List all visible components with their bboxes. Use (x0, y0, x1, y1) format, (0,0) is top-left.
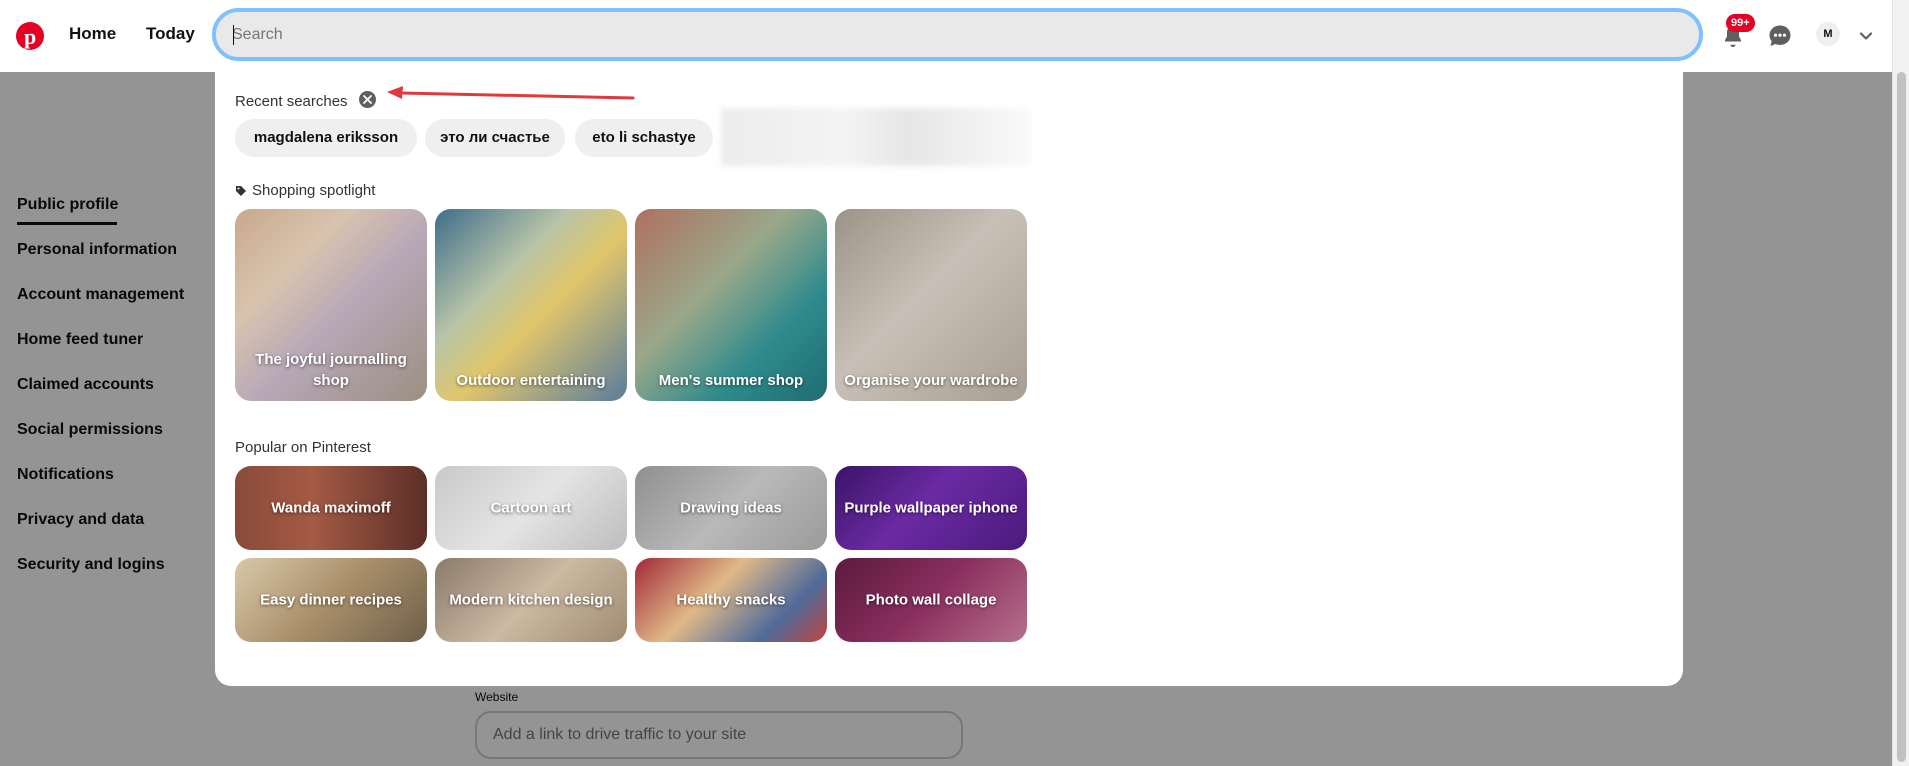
popular-tile[interactable]: Cartoon art (435, 466, 627, 550)
chevron-down-icon (1859, 32, 1873, 40)
search-input[interactable] (232, 12, 1632, 57)
top-nav-bar: p Home Today 99+ M (0, 0, 1892, 72)
popular-tile[interactable]: Healthy snacks (635, 558, 827, 642)
sidebar-item-public-profile[interactable]: Public profile (17, 196, 118, 214)
popular-title: Popular on Pinterest (235, 439, 371, 456)
spotlight-tile-label: The joyful journalling shop (255, 351, 407, 389)
search-dropdown: Recent searches magdalena eriksson это л… (215, 72, 1683, 686)
spotlight-tile[interactable]: Men's summer shop (635, 209, 827, 401)
sidebar-item-security-and-logins[interactable]: Security and logins (17, 556, 165, 574)
annotation-arrow (387, 86, 635, 100)
spotlight-tile[interactable]: Outdoor entertaining (435, 209, 627, 401)
text-caret (233, 25, 234, 45)
popular-tile-label: Wanda maximoff (271, 499, 391, 517)
sidebar-active-indicator (17, 222, 117, 225)
shopping-spotlight-label: Shopping spotlight (252, 182, 376, 199)
messages-button[interactable] (1764, 20, 1796, 52)
tag-icon (236, 185, 246, 196)
website-input[interactable] (475, 711, 963, 759)
recent-chip[interactable]: это ли счастье (425, 119, 565, 157)
page-scrollbar[interactable] (1892, 0, 1909, 766)
sidebar-item-home-feed-tuner[interactable]: Home feed tuner (17, 331, 143, 349)
nav-today-link[interactable]: Today (146, 24, 195, 44)
popular-tile[interactable]: Modern kitchen design (435, 558, 627, 642)
clear-recent-button[interactable] (359, 91, 376, 108)
pinterest-logo-icon[interactable]: p (16, 22, 44, 50)
search-bar[interactable] (212, 8, 1703, 61)
notification-badge: 99+ (1726, 14, 1755, 32)
recent-chip[interactable]: eto li schastye (575, 119, 713, 157)
account-menu-button[interactable] (1850, 20, 1882, 52)
popular-tile[interactable]: Easy dinner recipes (235, 558, 427, 642)
popular-tile[interactable]: Photo wall collage (835, 558, 1027, 642)
popular-tile[interactable]: Wanda maximoff (235, 466, 427, 550)
recent-searches-title: Recent searches (235, 93, 348, 110)
sidebar-item-claimed-accounts[interactable]: Claimed accounts (17, 376, 154, 394)
sidebar-item-social-permissions[interactable]: Social permissions (17, 421, 163, 439)
clear-x-icon (363, 95, 372, 104)
blurred-recent-chips (721, 108, 1031, 166)
website-label: Website (475, 690, 519, 704)
spotlight-tile[interactable]: The joyful journalling shop (235, 209, 427, 401)
popular-tile[interactable]: Drawing ideas (635, 466, 827, 550)
sidebar-item-account-management[interactable]: Account management (17, 286, 184, 304)
sidebar-item-privacy-and-data[interactable]: Privacy and data (17, 511, 144, 529)
spotlight-tile-label: Organise your wardrobe (844, 372, 1018, 389)
shopping-spotlight-title: Shopping spotlight (235, 182, 375, 199)
popular-tile[interactable]: Purple wallpaper iphone (835, 466, 1027, 550)
scrollbar-thumb[interactable] (1897, 72, 1906, 762)
recent-chip[interactable]: magdalena eriksson (235, 119, 417, 157)
popular-tile-label: Drawing ideas (680, 499, 782, 517)
chat-icon (1769, 25, 1791, 46)
popular-tile-label: Purple wallpaper iphone (844, 499, 1018, 517)
nav-home-link[interactable]: Home (69, 24, 116, 44)
popular-tile-label: Cartoon art (490, 499, 572, 517)
sidebar-item-notifications[interactable]: Notifications (17, 466, 114, 484)
popular-tile-label: Easy dinner recipes (260, 591, 402, 609)
sidebar-item-personal-information[interactable]: Personal information (17, 241, 177, 259)
popular-tile-label: Healthy snacks (676, 591, 786, 609)
popular-tile-label: Photo wall collage (865, 591, 997, 609)
spotlight-tile[interactable]: Organise your wardrobe (835, 209, 1027, 401)
avatar[interactable]: M (1816, 22, 1840, 46)
popular-tile-label: Modern kitchen design (449, 591, 613, 609)
spotlight-tile-label: Outdoor entertaining (456, 372, 606, 389)
spotlight-tile-label: Men's summer shop (658, 372, 804, 389)
svg-text:p: p (24, 24, 36, 49)
